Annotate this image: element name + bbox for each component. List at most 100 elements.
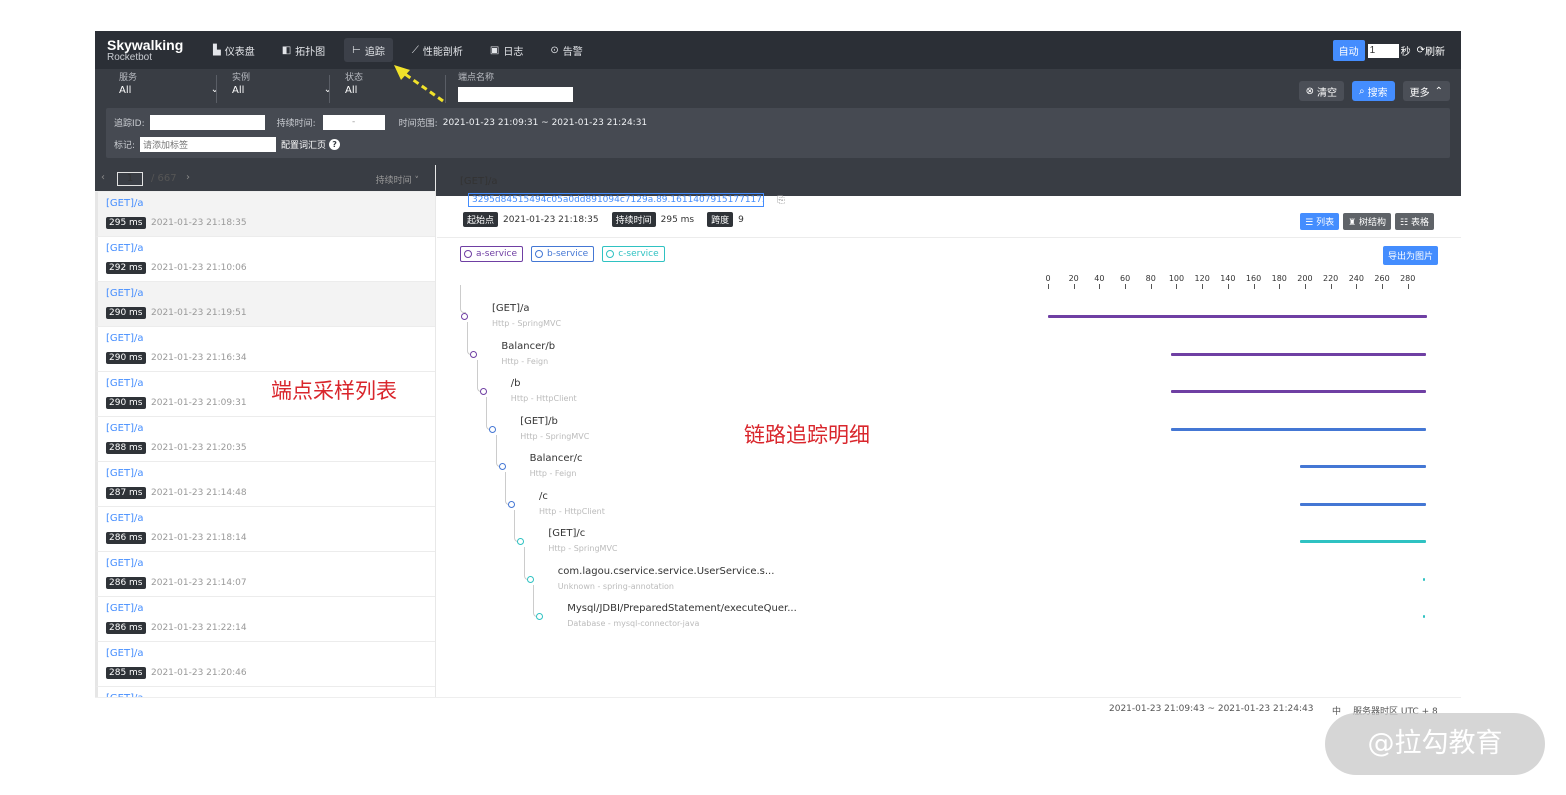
chevron-left-icon[interactable]: ‹ xyxy=(101,172,105,183)
trace-start-time: 2021-01-23 21:20:46 xyxy=(151,668,247,678)
sort-select[interactable]: 持续时间 ˅ xyxy=(376,173,419,186)
app-logo[interactable]: Skywalking Rocketbot xyxy=(107,38,183,63)
span-connector xyxy=(460,285,466,313)
duration-range-input[interactable]: - xyxy=(322,115,385,130)
span-node[interactable] xyxy=(508,500,515,508)
service-legend-item[interactable]: a-service xyxy=(460,246,524,262)
more-button[interactable]: 更多 ⌃ xyxy=(1402,81,1450,101)
clear-button[interactable]: ⊗ 清空 xyxy=(1298,81,1344,101)
duration-label: 持续时间: xyxy=(276,119,316,129)
tags-input[interactable] xyxy=(140,137,277,152)
copy-icon[interactable]: ⎘ xyxy=(777,195,785,206)
span-duration-bar[interactable] xyxy=(1048,315,1427,318)
span-duration-bar[interactable] xyxy=(1171,352,1426,356)
duration-badge: 286 ms xyxy=(106,577,146,589)
chevron-right-icon[interactable]: › xyxy=(186,172,190,183)
page-input[interactable]: 1 xyxy=(117,172,143,186)
span-duration-bar[interactable] xyxy=(1299,540,1426,543)
trace-list-item[interactable]: [GET]/a 286 ms 2021-01-23 21:18:14 xyxy=(95,507,435,552)
span-node[interactable] xyxy=(498,463,506,470)
nav-dashboard-label: 仪表盘 xyxy=(224,46,255,58)
duration-badge: 287 ms xyxy=(106,487,146,499)
trace-endpoint: [GET]/a xyxy=(106,558,144,569)
profile-icon: ⟋ xyxy=(411,44,419,56)
tags-label: 标记: xyxy=(114,141,136,151)
service-legend-item[interactable]: b-service xyxy=(531,246,595,262)
top-navbar: Skywalking Rocketbot ▙ 仪表盘 ◧ 拓扑图 ⊢ 追踪 ⟋ 性能剖析… xyxy=(95,31,1461,69)
search-button[interactable]: ⌕ 搜索 xyxy=(1352,81,1395,101)
span-name[interactable]: [GET]/a xyxy=(492,303,529,314)
trace-title: [GET]/a xyxy=(460,176,498,187)
view-tree-button[interactable]: ♜ 树结构 xyxy=(1343,213,1392,230)
config-tags-link[interactable]: 配置词汇页? xyxy=(281,138,341,151)
chevron-up-icon: ⌃ xyxy=(1434,85,1443,97)
instance-select[interactable]: 实例 All ⌄ xyxy=(232,73,332,101)
trace-list-item[interactable]: [GET]/a 290 ms 2021-01-23 21:19:51 xyxy=(95,282,435,327)
auto-refresh-button[interactable]: 自动 xyxy=(1332,40,1365,61)
span-duration-bar[interactable] xyxy=(1423,615,1426,618)
span-name[interactable]: [GET]/c xyxy=(548,528,585,539)
nav-log[interactable]: ▣ 日志 xyxy=(482,38,531,62)
span-name[interactable]: /c xyxy=(539,491,548,502)
language-switch[interactable]: 中 xyxy=(1332,704,1341,717)
refresh-icon[interactable]: ⟳ xyxy=(1417,45,1425,56)
span-name[interactable]: [GET]/b xyxy=(520,416,558,427)
service-legend-item[interactable]: c-service xyxy=(602,246,665,262)
span-name[interactable]: /b xyxy=(511,378,521,389)
trace-list-item[interactable]: [GET]/a 295 ms 2021-01-23 21:18:35 xyxy=(95,192,435,237)
footer-time-range[interactable]: 2021-01-23 21:09:43 ~ 2021-01-23 21:24:4… xyxy=(1109,704,1313,714)
span-node[interactable] xyxy=(470,350,478,358)
trace-id-input[interactable] xyxy=(149,115,265,130)
nav-topology[interactable]: ◧ 拓扑图 xyxy=(274,38,333,62)
span-duration-bar[interactable] xyxy=(1299,465,1426,468)
span-duration-bar[interactable] xyxy=(1171,390,1426,393)
span-node[interactable] xyxy=(479,388,487,395)
axis-tick xyxy=(1356,284,1358,289)
trace-list-item[interactable]: [GET]/a 285 ms 2021-01-23 21:20:46 xyxy=(95,642,435,687)
help-icon[interactable]: ? xyxy=(329,139,341,150)
axis-tick-label: 0 xyxy=(1045,274,1051,283)
trace-list-item[interactable]: [GET]/a 286 ms 2021-01-23 21:22:14 xyxy=(95,597,435,642)
endpoint-input[interactable] xyxy=(458,87,573,102)
trace-start-time: 2021-01-23 21:16:34 xyxy=(151,353,247,363)
service-select[interactable]: 服务 All ⌄ xyxy=(119,73,219,101)
view-switcher: ☰ 列表 ♜ 树结构 ☷ 表格 xyxy=(1296,213,1434,230)
span-duration-bar[interactable] xyxy=(1171,427,1426,431)
axis-tick xyxy=(1048,284,1049,289)
trace-id-select[interactable]: 3295d84515494c05a0dd891094c7129a.89.1611… xyxy=(468,193,764,207)
span-name[interactable]: Mysql/JDBI/PreparedStatement/executeQuer… xyxy=(567,603,797,614)
trace-endpoint: [GET]/a xyxy=(106,423,144,434)
callout-arrow xyxy=(394,65,444,103)
nav-dashboard[interactable]: ▙ 仪表盘 xyxy=(205,38,263,62)
axis-tick xyxy=(1407,284,1409,289)
view-list-button[interactable]: ☰ 列表 xyxy=(1300,213,1340,230)
span-name[interactable]: com.lagou.cservice.service.UserService.s… xyxy=(558,566,775,577)
span-duration-bar[interactable] xyxy=(1423,577,1426,581)
refresh-interval-input[interactable] xyxy=(1367,43,1399,58)
span-node[interactable] xyxy=(536,613,544,620)
span-node[interactable] xyxy=(526,575,534,583)
refresh-button[interactable]: 刷新 xyxy=(1425,43,1445,58)
span-name[interactable]: Balancer/c xyxy=(530,453,583,464)
nav-profile-label: 性能剖析 xyxy=(422,46,463,58)
more-label: 更多 xyxy=(1409,87,1430,99)
service-legend: a-service b-service c-service xyxy=(460,246,673,262)
trace-endpoint: [GET]/a xyxy=(106,648,144,659)
trace-list-item[interactable]: [GET]/a 287 ms 2021-01-23 21:14:48 xyxy=(95,462,435,507)
span-node[interactable] xyxy=(517,538,525,545)
span-name[interactable]: Balancer/b xyxy=(501,341,555,352)
trace-list-item[interactable]: [GET]/a 286 ms 2021-01-23 21:14:07 xyxy=(95,552,435,597)
trace-list-item[interactable]: [GET]/a 290 ms 2021-01-23 21:16:34 xyxy=(95,327,435,372)
time-range-value[interactable]: 2021-01-23 21:09:31 ~ 2021-01-23 21:24:3… xyxy=(443,118,647,128)
trace-detail-panel: [GET]/a 3295d84515494c05a0dd891094c7129a… xyxy=(437,165,1461,697)
trace-list-item[interactable]: [GET]/a xyxy=(95,687,435,697)
nav-alarm[interactable]: ⊙ 告警 xyxy=(542,38,590,62)
span-duration-bar[interactable] xyxy=(1299,502,1426,506)
view-table-button[interactable]: ☷ 表格 xyxy=(1395,213,1434,230)
trace-list-item[interactable]: [GET]/a 292 ms 2021-01-23 21:10:06 xyxy=(95,237,435,282)
trace-list-item[interactable]: [GET]/a 288 ms 2021-01-23 21:20:35 xyxy=(95,417,435,462)
export-image-button[interactable]: 导出为图片 xyxy=(1382,246,1438,265)
span-node[interactable] xyxy=(489,425,497,433)
span-node[interactable] xyxy=(461,313,468,320)
service-name: c-service xyxy=(618,249,659,259)
